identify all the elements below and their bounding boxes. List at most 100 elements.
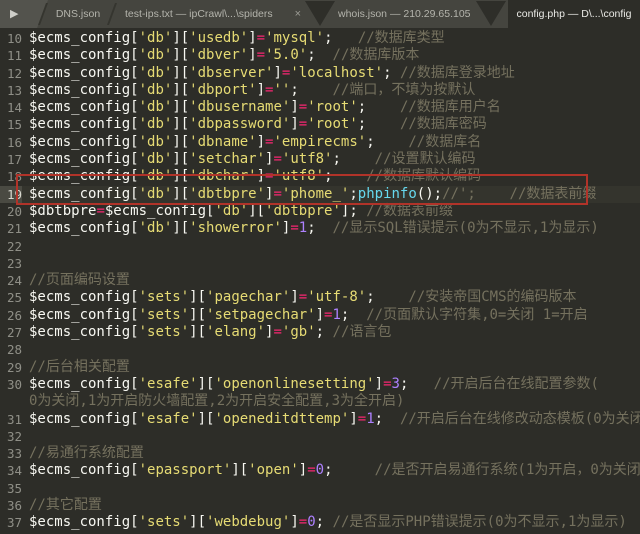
code-row: 11$ecms_config['db']['dbver']='5.0'; //数… <box>0 47 640 64</box>
code-row: 32 <box>0 428 640 445</box>
code-row: 21$ecms_config['db']['showerror']=1; //显… <box>0 220 640 237</box>
code-row: 22 <box>0 238 640 255</box>
code-line[interactable]: $ecms_config['sets']['pagechar']='utf-8'… <box>22 289 577 306</box>
code-line[interactable] <box>22 428 29 445</box>
code-line[interactable] <box>22 480 29 497</box>
tab-close-icon[interactable]: × <box>295 8 301 20</box>
code-row: 12$ecms_config['db']['dbserver']='localh… <box>0 65 640 82</box>
line-number: 19 <box>0 186 22 203</box>
line-number: 33 <box>0 445 22 462</box>
code-line[interactable]: //其它配置 <box>22 497 102 514</box>
code-line[interactable]: $ecms_config['sets']['setpagechar']=1; /… <box>22 307 588 324</box>
code-row: 23 <box>0 255 640 272</box>
code-row: 35 <box>0 480 640 497</box>
code-line[interactable]: $ecms_config['db']['dbchar']='utf8'; //数… <box>22 168 481 185</box>
code-row: 33//易通行系统配置 <box>0 445 640 462</box>
code-line[interactable]: $ecms_config['db']['dbtbpre']='phome_';p… <box>22 186 596 203</box>
tab-label: test-ips.txt — ipCrawl\...\spiders <box>125 8 273 20</box>
tab-overflow-icon[interactable]: ▶ <box>10 9 18 20</box>
code-line[interactable]: //页面编码设置 <box>22 272 130 289</box>
line-number: 37 <box>0 514 22 531</box>
tab-label: whois.json — 210.29.65.105 <box>338 8 471 20</box>
line-number: 26 <box>0 307 22 324</box>
code-line[interactable] <box>22 238 29 255</box>
code-row: 13$ecms_config['db']['dbport']=''; //端口，… <box>0 82 640 99</box>
code-row: 36//其它配置 <box>0 497 640 514</box>
code-row: 19$ecms_config['db']['dbtbpre']='phome_'… <box>0 186 640 203</box>
code-line[interactable]: 0为关闭,1为开启防火墙配置,2为开启安全配置,3为全开启) <box>22 393 404 410</box>
code-area: 10$ecms_config['db']['usedb']='mysql'; /… <box>0 30 640 532</box>
line-number: 20 <box>0 203 22 220</box>
tab-bar: ▶ DNS.json test-ips.txt — ipCrawl\...\spi… <box>0 0 640 28</box>
code-line[interactable]: $ecms_config['esafe']['openonlinesetting… <box>22 376 599 393</box>
tab-1[interactable]: DNS.json <box>46 0 110 28</box>
line-number: 34 <box>0 462 22 479</box>
code-row: 15$ecms_config['db']['dbpassword']='root… <box>0 116 640 133</box>
line-number: 21 <box>0 220 22 237</box>
code-row: 28 <box>0 341 640 358</box>
line-number: 36 <box>0 497 22 514</box>
line-number <box>0 393 22 410</box>
code-line[interactable]: $ecms_config['db']['dbver']='5.0'; //数据库… <box>22 47 419 64</box>
code-row: 20$dbtbpre=$ecms_config['db']['dbtbpre']… <box>0 203 640 220</box>
line-number: 12 <box>0 65 22 82</box>
line-number: 29 <box>0 359 22 376</box>
line-number: 35 <box>0 480 22 497</box>
code-line[interactable]: $ecms_config['db']['dbusername']='root';… <box>22 99 501 116</box>
code-line[interactable]: $dbtbpre=$ecms_config['db']['dbtbpre']; … <box>22 203 453 220</box>
line-number: 14 <box>0 99 22 116</box>
tab-2[interactable]: test-ips.txt — ipCrawl\...\spiders × <box>116 0 310 28</box>
tab-3[interactable]: whois.json — 210.29.65.105× <box>332 0 476 28</box>
code-row: 26$ecms_config['sets']['setpagechar']=1;… <box>0 307 640 324</box>
line-number: 32 <box>0 428 22 445</box>
code-line[interactable]: //后台相关配置 <box>22 359 130 376</box>
line-number: 17 <box>0 151 22 168</box>
code-line[interactable]: $ecms_config['db']['dbname']='empirecms'… <box>22 134 481 151</box>
line-number: 23 <box>0 255 22 272</box>
code-line[interactable]: $ecms_config['db']['usedb']='mysql'; //数… <box>22 30 445 47</box>
code-row: 25$ecms_config['sets']['pagechar']='utf-… <box>0 289 640 306</box>
code-row: 10$ecms_config['db']['usedb']='mysql'; /… <box>0 30 640 47</box>
line-number: 10 <box>0 30 22 47</box>
code-line[interactable] <box>22 255 29 272</box>
line-number: 22 <box>0 238 22 255</box>
line-number: 18 <box>0 168 22 185</box>
code-line[interactable]: $ecms_config['epassport']['open']=0; //是… <box>22 462 640 479</box>
code-line[interactable]: $ecms_config['db']['dbpassword']='root';… <box>22 116 487 133</box>
code-line[interactable]: $ecms_config['sets']['elang']='gb'; //语言… <box>22 324 391 341</box>
code-line[interactable]: $ecms_config['db']['setchar']='utf8'; //… <box>22 151 476 168</box>
tab-4[interactable]: config.php — D\...\config <box>508 0 640 28</box>
line-number: 24 <box>0 272 22 289</box>
line-number: 11 <box>0 47 22 64</box>
line-number: 15 <box>0 116 22 133</box>
code-row: 37$ecms_config['sets']['webdebug']=0; //… <box>0 514 640 531</box>
code-row: 29//后台相关配置 <box>0 359 640 376</box>
editor[interactable]: 10$ecms_config['db']['usedb']='mysql'; /… <box>0 28 640 534</box>
line-number: 25 <box>0 289 22 306</box>
code-row: 14$ecms_config['db']['dbusername']='root… <box>0 99 640 116</box>
code-row: 27$ecms_config['sets']['elang']='gb'; //… <box>0 324 640 341</box>
code-row: 24//页面编码设置 <box>0 272 640 289</box>
line-number: 30 <box>0 376 22 393</box>
code-line[interactable]: $ecms_config['db']['showerror']=1; //显示S… <box>22 220 599 237</box>
line-number: 13 <box>0 82 22 99</box>
code-row: 30$ecms_config['esafe']['openonlinesetti… <box>0 376 640 393</box>
code-row: 34$ecms_config['epassport']['open']=0; /… <box>0 462 640 479</box>
line-number: 27 <box>0 324 22 341</box>
line-number: 28 <box>0 341 22 358</box>
line-number: 16 <box>0 134 22 151</box>
code-line[interactable]: $ecms_config['esafe']['openeditdttemp']=… <box>22 411 640 428</box>
code-line[interactable] <box>22 341 29 358</box>
code-row: 0为关闭,1为开启防火墙配置,2为开启安全配置,3为全开启) <box>0 393 640 410</box>
code-line[interactable]: $ecms_config['sets']['webdebug']=0; //是否… <box>22 514 627 531</box>
code-line[interactable]: //易通行系统配置 <box>22 445 144 462</box>
code-row: 18$ecms_config['db']['dbchar']='utf8'; /… <box>0 168 640 185</box>
code-line[interactable]: $ecms_config['db']['dbport']=''; //端口，不填… <box>22 82 475 99</box>
line-number: 31 <box>0 411 22 428</box>
code-row: 16$ecms_config['db']['dbname']='empirecm… <box>0 134 640 151</box>
code-line[interactable]: $ecms_config['db']['dbserver']='localhos… <box>22 65 515 82</box>
code-row: 31$ecms_config['esafe']['openeditdttemp'… <box>0 411 640 428</box>
tab-label: config.php — D\...\config <box>517 8 632 20</box>
tab-label: DNS.json <box>56 8 100 20</box>
tab-divider-wedge <box>476 1 506 26</box>
